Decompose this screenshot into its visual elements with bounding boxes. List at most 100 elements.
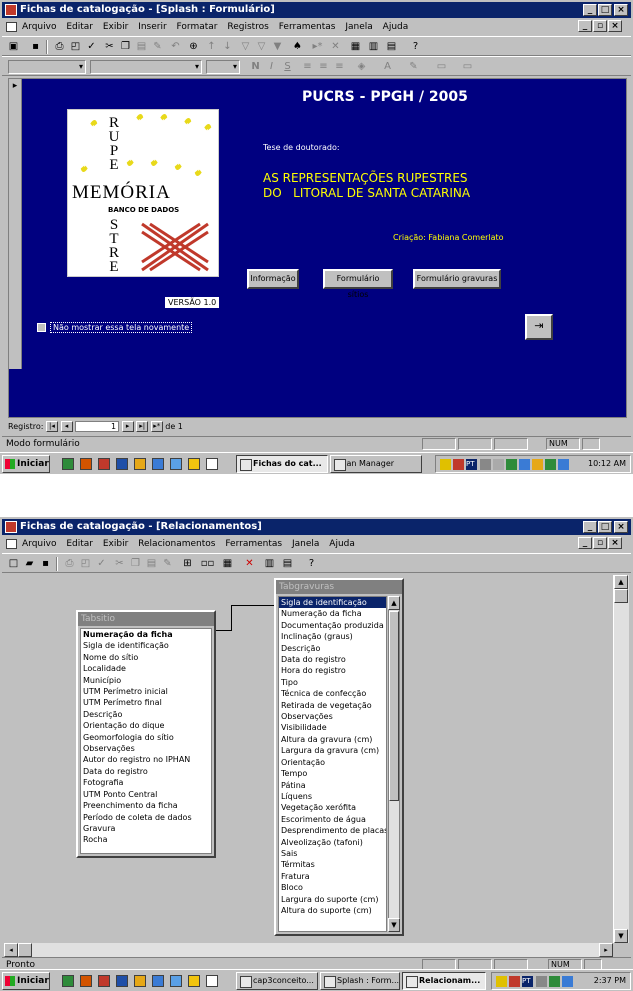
underline-icon[interactable]: S [280,60,295,74]
field-item[interactable]: Pátina [279,780,386,791]
table-tabgravuras[interactable]: Tabgravuras Sigla de identificação Numer… [274,578,404,936]
new-record-icon[interactable]: ▸* [310,40,325,54]
align-center-icon[interactable]: ≡ [316,60,331,74]
database-window-icon[interactable]: ▥ [262,557,277,571]
minimize-button[interactable]: _ [583,4,597,16]
font-color-icon[interactable]: A [380,60,395,74]
field-item[interactable]: Descrição [279,643,386,654]
show-all-icon[interactable]: ▦ [220,557,235,571]
print-preview-icon[interactable]: ◰ [68,40,83,54]
media-icon[interactable] [188,975,200,987]
tray-app-icon[interactable] [532,459,543,470]
field-item[interactable]: Município [81,675,211,686]
format-painter-icon[interactable]: ✎ [150,40,165,54]
table-tabsitio[interactable]: Tabsitio Numeração da ficha Sigla de ide… [76,610,216,858]
size-combo[interactable]: ▾ [206,60,240,74]
close-button[interactable]: × [614,4,628,16]
field-item[interactable]: Numeração da ficha [81,629,211,640]
pin-icon[interactable] [206,975,218,987]
table-title[interactable]: Tabsitio [78,612,214,626]
show-direct-icon[interactable]: ▫▫ [200,557,215,571]
field-item[interactable]: Data do registro [279,654,386,665]
align-right-icon[interactable]: ≡ [332,60,347,74]
engravings-form-button[interactable]: Formulário gravuras [413,269,501,289]
start-button[interactable]: Iniciar [2,972,50,990]
field-item[interactable]: Altura da gravura (cm) [279,734,386,745]
relationships-canvas[interactable]: Tabsitio Numeração da ficha Sigla de ide… [4,575,613,943]
new-object-icon[interactable]: ▤ [280,557,295,571]
clock[interactable]: 10:12 AM [588,456,626,472]
format-painter-icon[interactable]: ✎ [160,557,175,571]
field-item[interactable]: Observações [81,743,211,754]
task-splash-form[interactable]: Splash : Form... [320,972,400,990]
excel-icon[interactable] [62,458,74,470]
field-item[interactable]: Escorimento de água [279,814,386,825]
task-relacionamentos[interactable]: Relacionam... [402,972,486,990]
info-button[interactable]: Informação [247,269,299,289]
field-item[interactable]: Largura do suporte (cm) [279,894,386,905]
outlook-icon[interactable] [134,975,146,987]
field-item[interactable]: Hora do registro [279,665,386,676]
scroll-thumb[interactable] [18,943,32,957]
field-item[interactable]: Localidade [81,663,211,674]
scroll-thumb[interactable] [389,611,399,801]
field-item[interactable]: Numeração da ficha [279,608,386,619]
line-color-icon[interactable]: ✎ [406,60,421,74]
ie-icon[interactable] [170,458,182,470]
exit-button[interactable]: ⇥ [525,314,553,340]
maximize-button[interactable]: □ [598,4,612,16]
field-item[interactable]: Data do registro [81,766,211,777]
menu-registros[interactable]: Registros [227,22,269,32]
delete-icon[interactable]: ✕ [242,557,257,571]
scroll-up-button[interactable]: ▲ [388,596,400,610]
properties-icon[interactable]: ▦ [348,40,363,54]
field-item[interactable]: Geomorfologia do sítio [81,732,211,743]
filter-form-icon[interactable]: ▽ [254,40,269,54]
save-icon[interactable]: ▪ [28,40,43,54]
menu-ajuda[interactable]: Ajuda [383,22,409,32]
open-icon[interactable]: ▰ [22,557,37,571]
record-selector[interactable]: ▸ [9,79,22,369]
first-record-button[interactable]: |◂ [45,421,58,432]
menu-editar[interactable]: Editar [66,539,93,549]
relationship-line[interactable] [231,605,232,631]
mdi-restore-button[interactable]: ▫ [593,20,607,32]
mdi-close-button[interactable]: × [608,20,622,32]
print-icon[interactable]: ⎙ [52,40,67,54]
word-icon[interactable] [116,975,128,987]
dont-show-again-checkbox[interactable] [37,323,46,332]
special-effect-icon[interactable]: ▭ [460,60,475,74]
spelling-icon[interactable]: ✓ [84,40,99,54]
mdi-restore-button[interactable]: ▫ [593,537,607,549]
prev-record-button[interactable]: ◂ [60,421,73,432]
sites-form-button[interactable]: Formulário sítios [323,269,393,299]
speaker-icon[interactable] [440,459,451,470]
record-number-field[interactable]: 1 [75,421,120,432]
align-left-icon[interactable]: ≡ [300,60,315,74]
browser-icon[interactable] [152,458,164,470]
scroll-down-button[interactable]: ▼ [388,918,400,932]
field-item[interactable]: Bloco [279,882,386,893]
tray-app-icon[interactable] [545,459,556,470]
relationship-line[interactable] [231,605,277,606]
field-item[interactable]: Orientação do dique [81,720,211,731]
copy-icon[interactable]: ❐ [118,40,133,54]
scroll-down-button[interactable]: ▼ [614,929,628,943]
field-item[interactable]: Preenchimento da ficha [81,800,211,811]
mdi-minimize-button[interactable]: _ [578,20,592,32]
canvas-vertical-scrollbar[interactable]: ▲ ▼ [613,575,629,943]
field-item[interactable]: Sais [279,848,386,859]
menu-ferramentas[interactable]: Ferramentas [225,539,282,549]
field-item[interactable]: Sigla de identificação [81,640,211,651]
access-icon[interactable] [98,975,110,987]
menu-relacionamentos[interactable]: Relacionamentos [138,539,215,549]
tray-app-icon[interactable] [549,976,560,987]
apply-filter-icon[interactable]: ▼ [270,40,285,54]
table-title[interactable]: Tabgravuras [276,580,402,594]
new-record-nav-button[interactable]: ▸* [150,421,163,432]
tray-app-icon[interactable] [493,459,504,470]
canvas-horizontal-scrollbar[interactable]: ◂ ▸ [4,943,613,957]
menu-arquivo[interactable]: Arquivo [22,22,56,32]
menu-exibir[interactable]: Exibir [103,539,128,549]
tray-app-icon[interactable] [536,976,547,987]
